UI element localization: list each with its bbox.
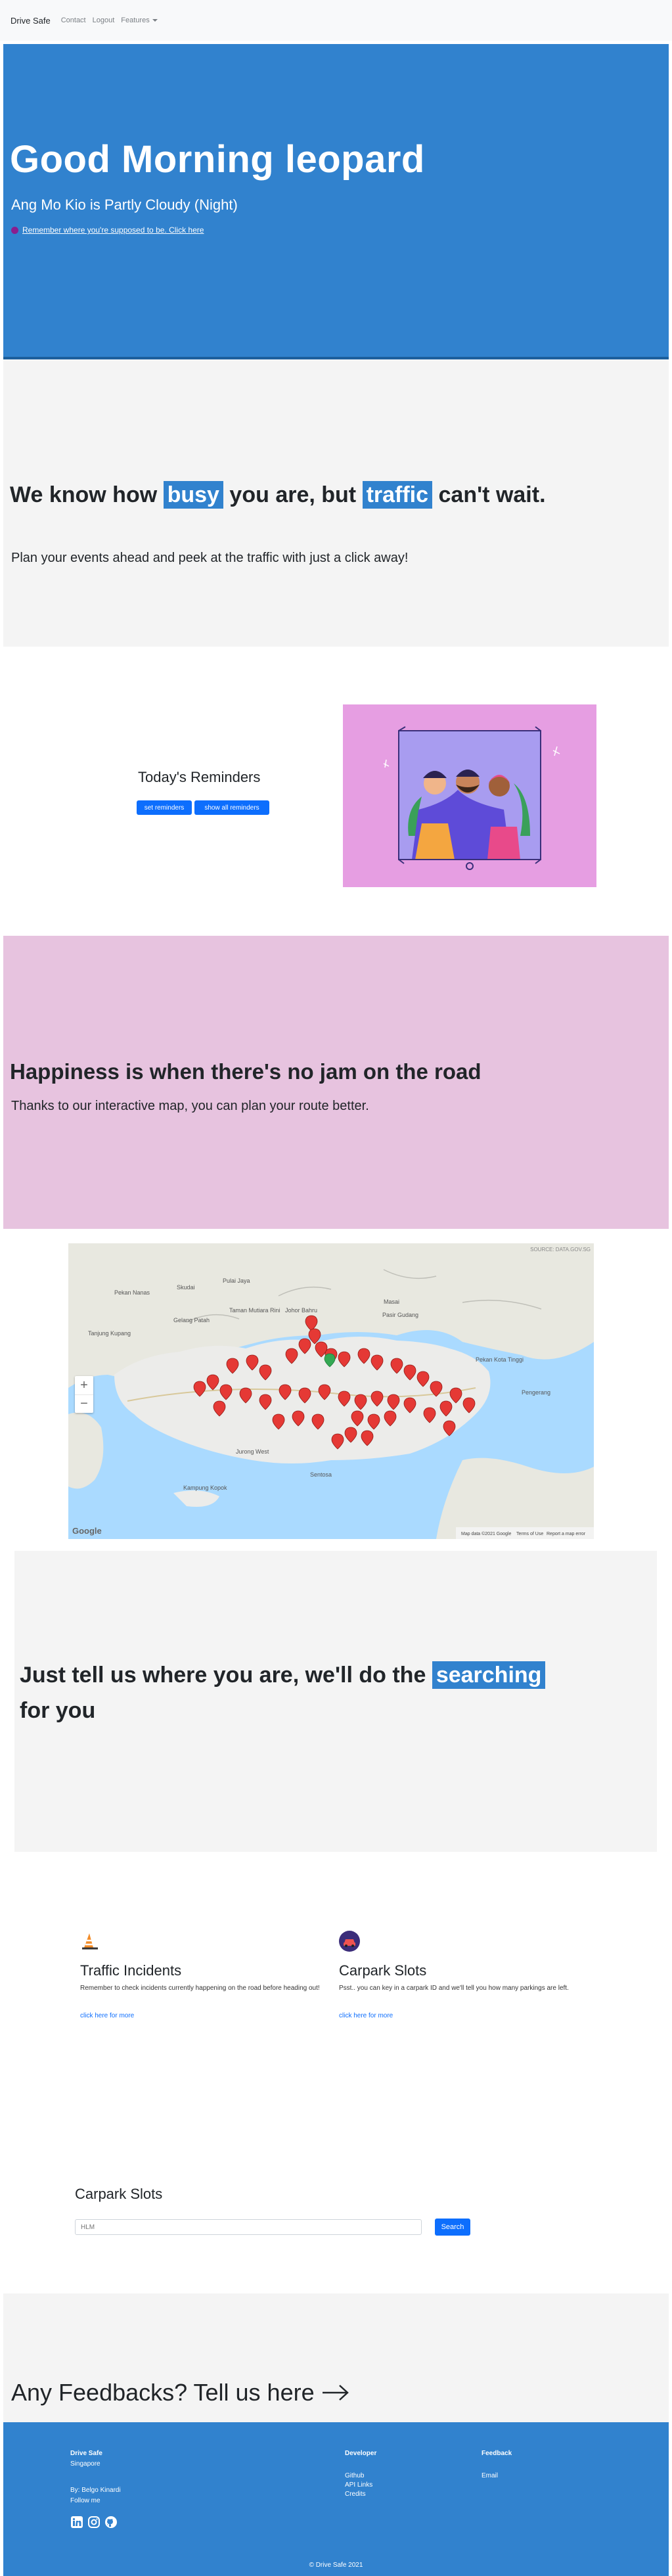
map-place-taman-mutiara-rini: Taman Mutiara Rini [229,1307,280,1314]
feedback-section: Any Feedbacks? Tell us here [3,2293,669,2422]
social-icons [70,2516,118,2529]
map-place-pengerang: Pengerang [522,1389,550,1396]
weather-text: Ang Mo Kio is Partly Cloudy (Night) [11,196,238,213]
map-place-gelang-patah: Gelang Patah [173,1317,210,1323]
searching-heading: Just tell us where you are, we'll do the… [20,1657,585,1728]
traffic-incidents-description: Remember to check incidents currently ha… [80,1985,320,1992]
set-reminders-button[interactable]: set reminders [137,800,192,815]
feedback-heading: Feedback [482,2450,512,2457]
traffic-incidents-title: Traffic Incidents [80,1962,182,1979]
footer-country: Singapore [70,2460,101,2468]
footer-follow: Follow me [70,2497,101,2504]
footer-brand: Drive Safe [70,2450,102,2457]
friends-illustration [343,704,596,887]
carpark-slots-feature-title: Carpark Slots [339,1962,427,1979]
map-place-pasir-gudang: Pasir Gudang [382,1312,418,1318]
hero-section: Good Morning leopard Ang Mo Kio is Partl… [3,44,669,359]
nav-logout-link[interactable]: Logout [93,16,115,24]
friends-illustration-graphic [383,726,560,870]
car-icon [339,1931,360,1952]
footer: Drive Safe Singapore By: Belgo Kinardi F… [3,2422,669,2576]
map-canvas: Skudai Pulai Jaya Taman Mutiara Rini Joh… [68,1243,594,1539]
searching-heading-post: for you [20,1698,96,1723]
reminder-row: Remember where you're supposed to be. Cl… [11,225,204,235]
traffic-highlight: traffic [362,481,433,509]
show-all-reminders-button[interactable]: show all reminders [194,800,269,815]
busy-description: Plan your events ahead and peek at the t… [11,551,409,565]
busy-heading-mid: you are, but [229,482,357,507]
busy-heading-post: can't wait. [438,482,546,507]
nav-brand[interactable]: Drive Safe [11,16,51,26]
carpark-id-input[interactable] [75,2219,422,2235]
nav-features-dropdown[interactable]: Features [121,16,158,24]
reminder-link[interactable]: Remember where you're supposed to be. Cl… [22,225,204,235]
map-source-label: SOURCE: DATA.GOV.SG [530,1247,591,1253]
searching-highlight: searching [432,1661,546,1689]
map-place-masai: Masai [384,1299,399,1305]
traffic-incidents-link[interactable]: click here for more [80,2012,134,2019]
reminders-title: Today's Reminders [138,769,261,785]
map-place-pekan-nanas: Pekan Nanas [114,1289,150,1296]
busy-heading-pre: We know how [10,482,158,507]
happiness-section: Happiness is when there's no jam on the … [3,936,669,1229]
reminder-dot-icon [11,226,18,234]
busy-heading: We know how busy you are, but traffic ca… [10,477,549,513]
footer-credits-link[interactable]: Credits [345,2489,366,2500]
zoom-out-button[interactable]: − [75,1394,93,1413]
map-place-pulai-jaya: Pulai Jaya [223,1277,250,1284]
google-logo: Google [72,1526,102,1536]
searching-section: Just tell us where you are, we'll do the… [14,1551,657,1852]
map-terms-link: Terms of Use [516,1532,543,1536]
copyright: © Drive Safe 2021 [309,2562,363,2569]
map-place-kota-tinggi: Pekan Kota Tinggi [476,1356,524,1363]
carpark-slots-link[interactable]: click here for more [339,2012,393,2019]
feedback-text: Any Feedbacks? Tell us here [11,2379,315,2406]
map-place-sentosa: Sentosa [310,1471,332,1478]
nav-features-label: Features [121,16,150,24]
happiness-title: Happiness is when there's no jam on the … [10,1059,482,1084]
navbar: Drive Safe Contact Logout Features [0,0,672,41]
features-section: Traffic Incidents Remember to check inci… [0,1852,672,2180]
footer-author: By: Belgo Kinardi [70,2487,121,2494]
feedback-link[interactable]: Any Feedbacks? Tell us here [11,2379,350,2406]
github-icon[interactable] [104,2516,118,2529]
map-place-tanjung-kupang: Tanjung Kupang [88,1330,131,1337]
chevron-down-icon [152,19,158,22]
traffic-cone-icon [80,1931,100,1950]
linkedin-icon[interactable] [70,2516,83,2529]
map-place-skudai: Skudai [177,1284,195,1291]
hero-divider [3,357,669,359]
searching-heading-pre: Just tell us where you are, we'll do the [20,1663,426,1688]
carpark-search-button[interactable]: Search [435,2219,470,2236]
map-place-kampung-kopok: Kampung Kopok [183,1484,227,1491]
nav-contact-link[interactable]: Contact [61,16,86,24]
carpark-search-title: Carpark Slots [75,2186,163,2202]
zoom-in-button[interactable]: + [75,1376,93,1394]
footer-email-link[interactable]: Email [482,2471,498,2481]
arrow-right-icon [322,2385,349,2401]
map-zoom-control: + − [75,1376,93,1413]
map-place-johor-bahru: Johor Bahru [285,1307,317,1314]
map-attribution: Map data ©2021 Google [461,1531,511,1536]
instagram-icon[interactable] [87,2516,101,2529]
busy-highlight: busy [163,481,223,509]
developer-heading: Developer [345,2450,377,2457]
map-place-jurong-west: Jurong West [236,1448,269,1455]
carpark-slots-description: Psst.. you can key in a carpark ID and w… [339,1985,569,1992]
traffic-map[interactable]: Skudai Pulai Jaya Taman Mutiara Rini Joh… [68,1243,594,1539]
map-report-link: Report a map error [547,1532,586,1536]
busy-section: We know how busy you are, but traffic ca… [3,360,669,647]
greeting-title: Good Morning leopard [10,138,425,181]
happiness-description: Thanks to our interactive map, you can p… [11,1099,369,1113]
reminders-section: Today's Reminders set reminders show all… [0,647,672,936]
